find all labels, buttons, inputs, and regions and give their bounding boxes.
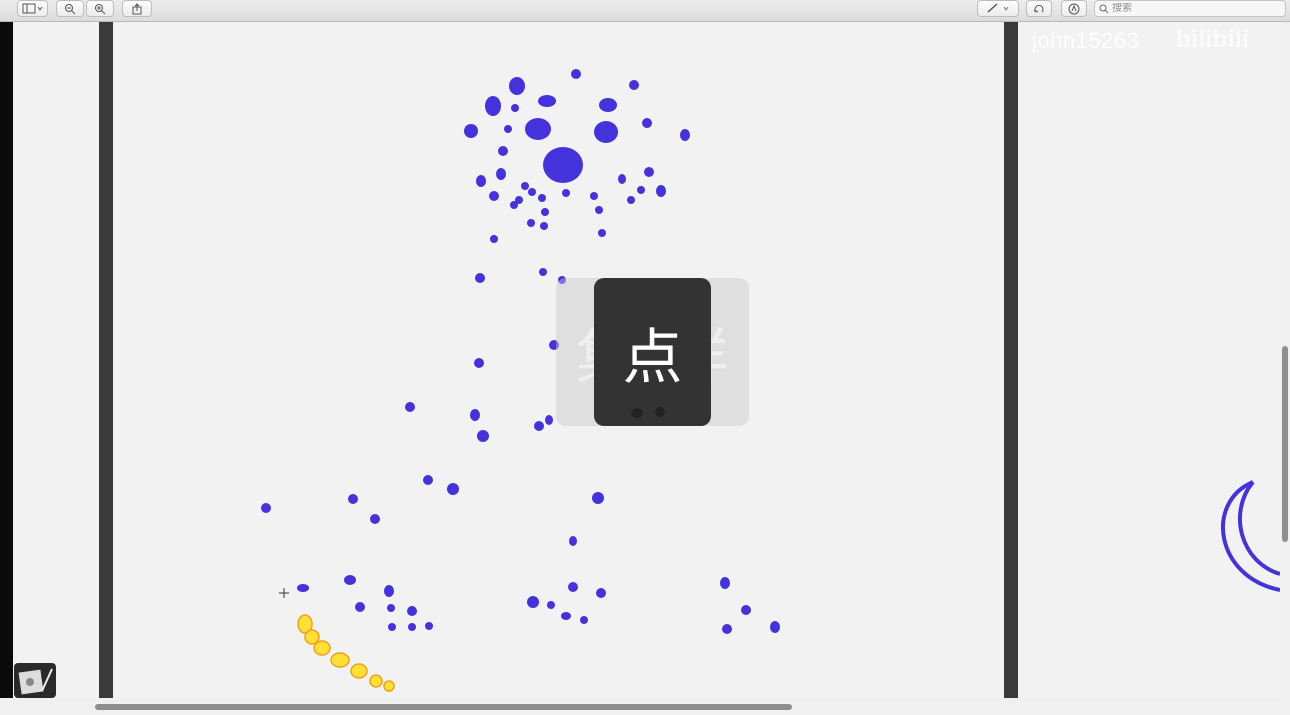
watermark-brand: bilibili (1176, 26, 1250, 53)
sidebar-toggle-button[interactable] (17, 0, 48, 17)
share-icon (132, 2, 142, 14)
markup-pen-button[interactable] (977, 0, 1019, 17)
rotate-button[interactable] (1026, 0, 1052, 17)
crosshair-cursor-icon (279, 588, 289, 598)
search-field[interactable] (1094, 0, 1286, 17)
share-button[interactable] (122, 0, 152, 17)
zoom-in-icon (95, 3, 106, 14)
blue-arc-inner (1238, 480, 1280, 576)
overlay-dots (631, 407, 665, 418)
sidebar-icon (22, 3, 42, 14)
horizontal-scrollbar[interactable] (0, 698, 1290, 715)
app-dock-icon[interactable] (14, 663, 56, 698)
yellow-highlight-dots (297, 614, 395, 692)
annotate-icon (1068, 3, 1080, 14)
preview-app-icon (18, 668, 53, 695)
horizontal-scroll-thumb[interactable] (95, 704, 792, 710)
vertical-scrollbar[interactable] (1280, 22, 1290, 698)
watermark-user: john15263 (1032, 28, 1140, 53)
search-input[interactable] (1109, 3, 1272, 14)
annotate-button[interactable] (1061, 0, 1087, 17)
pen-icon (987, 3, 1009, 13)
keystroke-overlay: 点 (594, 278, 711, 426)
zoom-in-button[interactable] (86, 0, 114, 17)
search-icon (1099, 4, 1109, 13)
rotate-icon (1033, 4, 1044, 12)
document-canvas[interactable]: john15263 bilibili 集 详 点 (0, 22, 1280, 698)
vertical-scroll-thumb[interactable] (1282, 346, 1288, 542)
zoom-out-icon (65, 3, 76, 14)
zoom-out-button[interactable] (56, 0, 84, 17)
toolbar (0, 0, 1290, 22)
blue-arc-outer (1221, 480, 1280, 592)
keystroke-char: 点 (622, 322, 683, 393)
